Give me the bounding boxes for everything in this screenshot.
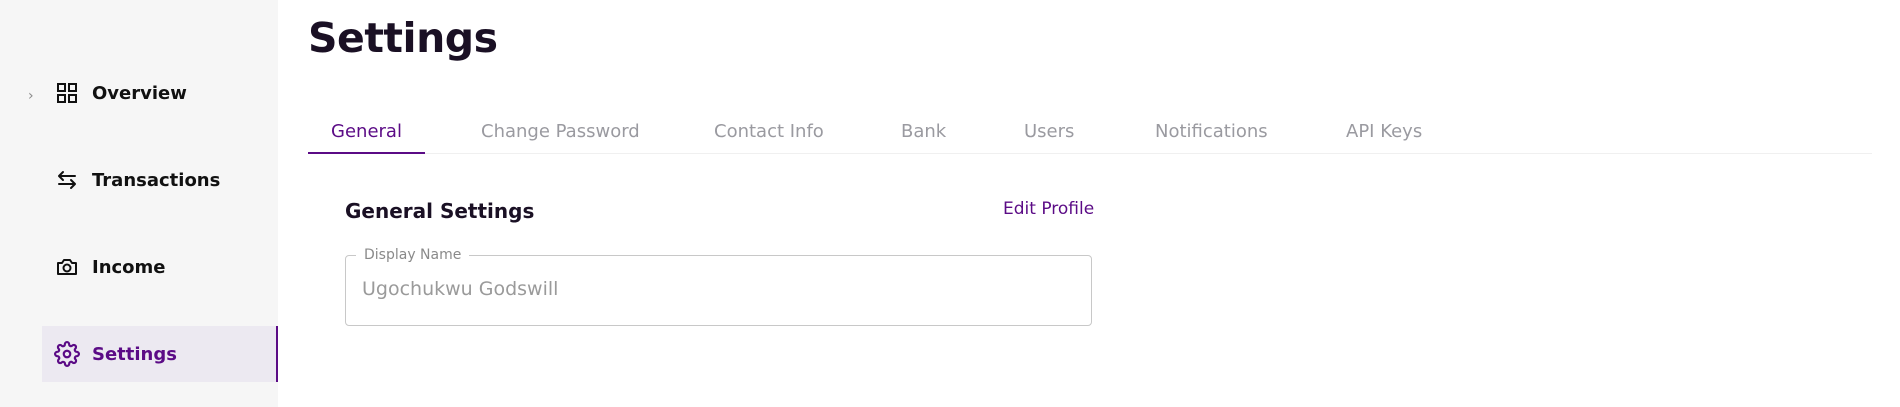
tab-contact-info[interactable]: Contact Info	[714, 112, 824, 154]
tab-notifications[interactable]: Notifications	[1155, 112, 1268, 154]
settings-tabs: General Change Password Contact Info Ban…	[308, 112, 1872, 154]
sidebar-item-settings[interactable]: Settings	[42, 326, 278, 382]
edit-profile-link[interactable]: Edit Profile	[1003, 199, 1094, 219]
chevron-right-icon[interactable]: ›	[28, 88, 34, 104]
sidebar-item-income[interactable]: Income	[42, 239, 278, 295]
display-name-field: Display Name	[345, 247, 1092, 326]
sidebar-item-label: Settings	[92, 343, 177, 365]
camera-icon	[54, 254, 80, 280]
sidebar-item-overview[interactable]: Overview	[42, 65, 278, 121]
display-name-input[interactable]	[362, 278, 1062, 300]
display-name-label: Display Name	[356, 247, 470, 263]
tab-api-keys[interactable]: API Keys	[1346, 112, 1422, 154]
sidebar-item-label: Overview	[92, 82, 187, 104]
section-title: General Settings	[345, 199, 535, 223]
page-title: Settings	[308, 14, 498, 62]
swap-arrows-icon	[54, 167, 80, 193]
tab-general[interactable]: General	[308, 112, 425, 154]
gear-icon	[54, 341, 80, 367]
sidebar-item-transactions[interactable]: Transactions	[42, 152, 278, 208]
tab-users[interactable]: Users	[1024, 112, 1074, 154]
sidebar-item-label: Income	[92, 256, 166, 278]
tab-change-password[interactable]: Change Password	[481, 112, 640, 154]
grid-icon	[54, 80, 80, 106]
sidebar: › Overview Transactions Income Settings	[0, 0, 278, 407]
sidebar-item-label: Transactions	[92, 169, 221, 191]
tab-bank[interactable]: Bank	[901, 112, 946, 154]
